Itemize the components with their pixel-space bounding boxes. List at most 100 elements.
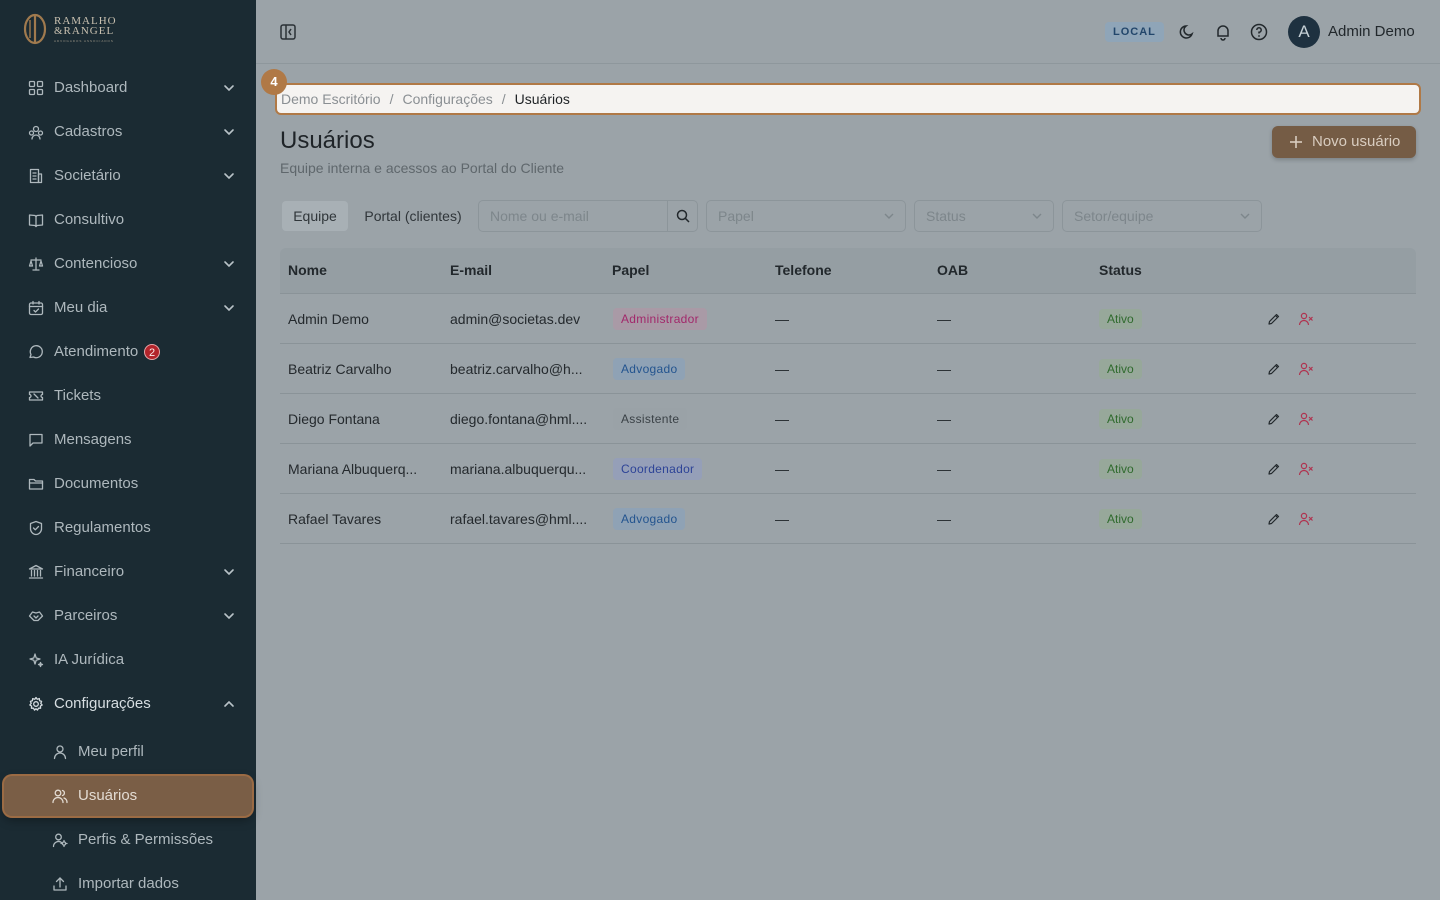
sidebar-toggle-icon[interactable] (280, 24, 296, 40)
breadcrumb-separator: / (389, 91, 394, 107)
breadcrumb-item-configuracoes[interactable]: Configurações (402, 91, 492, 107)
search-icon[interactable] (676, 209, 690, 223)
brand-line1: RAMALHO (54, 14, 117, 27)
sidebar-item-label: IA Jurídica (54, 651, 125, 668)
sidebar-item-label: Atendimento (54, 343, 139, 360)
chevron-down-icon (884, 213, 894, 219)
breadcrumb: Demo Escritório / Configurações / Usuários (275, 83, 1421, 115)
sidebar-item-ia-juridica[interactable]: IA Jurídica (0, 640, 256, 680)
sidebar-item-mensagens[interactable]: Mensagens (0, 420, 256, 460)
sidebar-subitem-label: Perfis & Permissões (78, 831, 214, 848)
ticket-icon (28, 391, 44, 401)
sidebar-item-label: Consultivo (54, 211, 125, 228)
header-status[interactable]: Status (1099, 262, 1142, 278)
edit-icon[interactable] (1267, 312, 1281, 326)
bell-icon[interactable] (1214, 23, 1232, 41)
avatar[interactable]: A (1288, 16, 1320, 48)
sidebar-item-label: Societário (54, 167, 121, 184)
bank-icon (28, 564, 44, 579)
team-select[interactable]: Setor/equipe (1062, 200, 1262, 232)
step-marker: 4 (261, 69, 287, 95)
sidebar-subitem-usuarios[interactable]: Usuários (4, 776, 252, 816)
header-nome[interactable]: Nome (288, 262, 327, 278)
cell-phone: — (775, 461, 789, 477)
chevron-down-icon (224, 613, 234, 620)
sidebar: RAMALHO &RANGEL ADVOGADOS ASSOCIADOS Das… (0, 0, 256, 900)
sidebar-item-atendimento[interactable]: Atendimento 2 (0, 332, 256, 372)
role-badge: Advogado (613, 508, 686, 530)
moon-icon[interactable] (1178, 23, 1196, 41)
user-name[interactable]: Admin Demo (1328, 23, 1415, 40)
sidebar-item-label: Meu dia (54, 299, 108, 316)
cell-email: rafael.tavares@hml.... (450, 511, 588, 527)
table-row[interactable]: Rafael Tavares rafael.tavares@hml.... Advo… (280, 494, 1416, 544)
user-remove-icon[interactable] (1298, 461, 1314, 477)
cell-oab: — (937, 461, 951, 477)
header-oab[interactable]: OAB (937, 262, 968, 278)
sidebar-subitem-importar-dados[interactable]: Importar dados (0, 864, 256, 900)
message-square-icon (29, 433, 43, 447)
chevron-down-icon (1240, 213, 1250, 219)
brand-line2: &RANGEL (54, 24, 115, 37)
tab-equipe[interactable]: Equipe (282, 201, 348, 231)
edit-icon[interactable] (1267, 512, 1281, 526)
header-papel[interactable]: Papel (612, 262, 649, 278)
user-remove-icon[interactable] (1298, 311, 1314, 327)
role-badge: Advogado (613, 358, 686, 380)
handshake-icon (28, 611, 44, 622)
sidebar-item-meu-dia[interactable]: Meu dia (0, 288, 256, 328)
search-box (478, 200, 698, 232)
sidebar-item-label: Cadastros (54, 123, 123, 140)
status-select[interactable]: Status (914, 200, 1054, 232)
tab-portal-clientes[interactable]: Portal (clientes) (356, 201, 470, 231)
scale-icon (28, 257, 44, 271)
sidebar-item-documentos[interactable]: Documentos (0, 464, 256, 504)
sidebar-item-cadastros[interactable]: Cadastros (0, 112, 256, 152)
brand-logo[interactable]: RAMALHO &RANGEL ADVOGADOS ASSOCIADOS (22, 12, 117, 46)
table-row[interactable]: Beatriz Carvalho beatriz.carvalho@h... Adv… (280, 344, 1416, 394)
search-input[interactable] (479, 201, 667, 231)
sidebar-item-regulamentos[interactable]: Regulamentos (0, 508, 256, 548)
edit-icon[interactable] (1267, 412, 1281, 426)
sidebar-item-contencioso[interactable]: Contencioso (0, 244, 256, 284)
cell-name: Rafael Tavares (288, 511, 382, 527)
sidebar-item-label: Parceiros (54, 607, 118, 624)
sidebar-item-tickets[interactable]: Tickets (0, 376, 256, 416)
sidebar-item-financeiro[interactable]: Financeiro (0, 552, 256, 592)
chevron-down-icon (224, 261, 234, 268)
header-email[interactable]: E-mail (450, 262, 492, 278)
user-remove-icon[interactable] (1298, 411, 1314, 427)
sidebar-item-consultivo[interactable]: Consultivo (0, 200, 256, 240)
role-select[interactable]: Papel (706, 200, 906, 232)
sidebar-item-configuracoes[interactable]: Configurações (0, 684, 256, 724)
table-row[interactable]: Diego Fontana diego.fontana@hml.... Assist… (280, 394, 1416, 444)
sidebar-subitem-label: Usuários (78, 787, 138, 804)
sparkles-icon (29, 653, 44, 668)
edit-icon[interactable] (1267, 362, 1281, 376)
help-icon[interactable] (1250, 23, 1268, 41)
book-open-icon (28, 214, 44, 228)
sidebar-item-label: Tickets (54, 387, 101, 404)
environment-badge: LOCAL (1105, 22, 1164, 42)
new-user-button[interactable]: Novo usuário (1272, 126, 1416, 158)
sidebar-item-dashboard[interactable]: Dashboard (0, 68, 256, 108)
table-row[interactable]: Mariana Albuquerq... mariana.albuquerqu..… (280, 444, 1416, 494)
header-telefone[interactable]: Telefone (775, 262, 832, 278)
chevron-down-icon (1032, 213, 1042, 219)
shield-icon (29, 520, 43, 536)
sidebar-item-societario[interactable]: Societário (0, 156, 256, 196)
user-remove-icon[interactable] (1298, 511, 1314, 527)
sidebar-item-parceiros[interactable]: Parceiros (0, 596, 256, 636)
chat-bubble-icon (29, 345, 43, 359)
table-row[interactable]: Admin Demo admin@societas.dev Administrado… (280, 294, 1416, 344)
breadcrumb-item-escritorio[interactable]: Demo Escritório (281, 91, 381, 107)
sidebar-subitem-meu-perfil[interactable]: Meu perfil (0, 732, 256, 772)
status-select-placeholder: Status (926, 208, 966, 224)
role-select-placeholder: Papel (718, 208, 754, 224)
edit-icon[interactable] (1267, 462, 1281, 476)
sidebar-subitem-perfis-permissoes[interactable]: Perfis & Permissões (0, 820, 256, 860)
sidebar-item-label: Documentos (54, 475, 139, 492)
sidebar-item-label: Configurações (54, 695, 151, 712)
notification-badge: 2 (144, 344, 160, 360)
user-remove-icon[interactable] (1298, 361, 1314, 377)
